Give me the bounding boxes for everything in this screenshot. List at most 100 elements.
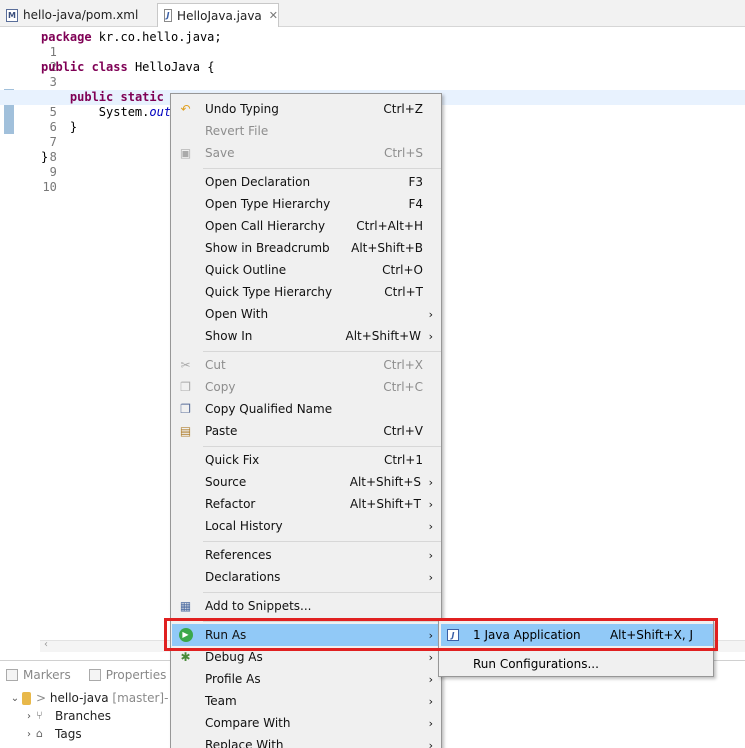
tab-label: hello-java/pom.xml — [23, 8, 139, 22]
menu-label: Open With — [205, 307, 269, 321]
chevron-right-icon: › — [428, 716, 433, 730]
menu-label: Show in Breadcrumb — [205, 241, 330, 255]
repo-suffix: - — [164, 691, 169, 705]
chevron-right-icon: › — [428, 694, 433, 708]
code-text: kr.co.hello.java; — [91, 30, 222, 44]
menu-label: Paste — [205, 424, 238, 438]
scroll-left-icon[interactable]: ‹ — [44, 639, 48, 650]
menu-label: Undo Typing — [205, 102, 279, 116]
debug-icon: ✱ — [180, 650, 191, 664]
menu-label: Source — [205, 475, 247, 489]
tab-label: Properties — [105, 668, 167, 682]
chevron-right-icon: › — [428, 475, 433, 489]
tab-label: HelloJava.java — [177, 8, 262, 23]
menu-shortcut: Ctrl+T — [384, 285, 423, 299]
save-icon: ▣ — [179, 146, 192, 160]
menu-shortcut: Ctrl+Alt+H — [356, 219, 423, 233]
menu-item-copy[interactable]: ❐ Copy Ctrl+C — [172, 376, 442, 398]
keyword: public — [69, 90, 114, 104]
code-line: 2 — [0, 45, 745, 74]
code-text: HelloJava { — [127, 60, 215, 74]
menu-item-show-in[interactable]: Show In Alt+Shift+W › — [172, 325, 442, 347]
chevron-right-icon: › — [428, 519, 433, 533]
undo-icon: ↶ — [180, 102, 191, 116]
keyword: class — [91, 60, 128, 74]
chevron-right-icon[interactable]: › — [22, 729, 36, 740]
menu-item-open-call-hierarchy[interactable]: Open Call Hierarchy Ctrl+Alt+H — [172, 215, 442, 237]
menu-shortcut: Ctrl+O — [382, 263, 423, 277]
submenu-item-run-configurations[interactable]: Run Configurations... — [441, 653, 713, 675]
menu-label: Local History — [205, 519, 283, 533]
tab-markers[interactable]: Markers — [6, 668, 71, 682]
highlight-box-run-as — [164, 618, 440, 651]
menu-item-open-type-hierarchy[interactable]: Open Type Hierarchy F4 — [172, 193, 442, 215]
menu-label: Debug As — [205, 650, 263, 664]
menu-label: Quick Outline — [205, 263, 287, 277]
chevron-right-icon[interactable]: › — [22, 711, 36, 722]
menu-item-copy-qualified-name[interactable]: ❐ Copy Qualified Name — [172, 398, 442, 420]
git-repository-icon — [22, 691, 31, 705]
menu-item-open-declaration[interactable]: Open Declaration F3 — [172, 171, 442, 193]
chevron-right-icon: › — [428, 548, 433, 562]
menu-label: Copy — [205, 380, 236, 394]
menu-separator — [203, 168, 441, 169]
menu-item-show-in-breadcrumb[interactable]: Show in Breadcrumb Alt+Shift+B — [172, 237, 442, 259]
menu-shortcut: F3 — [408, 175, 423, 189]
tab-hellojava[interactable]: J HelloJava.java ✕ — [157, 3, 279, 27]
menu-label: Run Configurations... — [473, 657, 599, 671]
close-icon[interactable]: ✕ — [269, 9, 278, 22]
menu-item-team[interactable]: Team › — [172, 690, 442, 712]
menu-label: Team — [205, 694, 237, 708]
menu-label: Open Call Hierarchy — [205, 219, 326, 233]
code-text: } — [41, 150, 49, 164]
highlight-box-java-application — [437, 618, 718, 651]
menu-item-declarations[interactable]: Declarations › — [172, 566, 442, 588]
menu-item-open-with[interactable]: Open With › — [172, 303, 442, 325]
menu-item-cut[interactable]: ✂ Cut Ctrl+X — [172, 354, 442, 376]
tab-label: Markers — [23, 668, 71, 682]
tags-icon: ⌂ — [36, 727, 43, 740]
menu-item-compare-with[interactable]: Compare With › — [172, 712, 442, 734]
menu-label: Show In — [205, 329, 253, 343]
tab-pom-xml[interactable]: M hello-java/pom.xml — [0, 3, 150, 27]
menu-shortcut: F4 — [408, 197, 423, 211]
branches-icon: ⑂ — [36, 709, 43, 722]
repo-name: hello-java — [49, 691, 109, 705]
menu-item-quick-fix[interactable]: Quick Fix Ctrl+1 — [172, 449, 442, 471]
menu-label: Open Type Hierarchy — [205, 197, 331, 211]
menu-label: Refactor — [205, 497, 256, 511]
menu-item-add-to-snippets[interactable]: ▦ Add to Snippets... — [172, 595, 442, 617]
menu-item-paste[interactable]: ▤ Paste Ctrl+V — [172, 420, 442, 442]
menu-item-refactor[interactable]: Refactor Alt+Shift+T › — [172, 493, 442, 515]
menu-item-references[interactable]: References › — [172, 544, 442, 566]
menu-item-revert-file[interactable]: Revert File — [172, 120, 442, 142]
menu-item-save[interactable]: ▣ Save Ctrl+S — [172, 142, 442, 164]
menu-label: Quick Fix — [205, 453, 260, 467]
code-line: 3 public class HelloJava { — [0, 60, 745, 89]
code-line: 1 package kr.co.hello.java; — [0, 30, 745, 59]
tree-label: Tags — [55, 727, 82, 741]
menu-item-profile-as[interactable]: Profile As › — [172, 668, 442, 690]
menu-item-replace-with[interactable]: Replace With › — [172, 734, 442, 748]
menu-label: Compare With — [205, 716, 291, 730]
menu-shortcut: Ctrl+1 — [383, 453, 423, 467]
tab-properties[interactable]: Properties — [88, 668, 167, 682]
menu-separator — [203, 446, 441, 447]
menu-item-undo-typing[interactable]: ↶ Undo Typing Ctrl+Z — [172, 98, 442, 120]
menu-label: Quick Type Hierarchy — [205, 285, 333, 299]
tree-label: Branches — [55, 709, 111, 723]
keyword: public — [41, 60, 85, 74]
chevron-down-icon[interactable]: ⌄ — [8, 693, 22, 704]
menu-separator — [203, 351, 441, 352]
menu-label: Open Declaration — [205, 175, 311, 189]
keyword: package — [41, 30, 92, 44]
java-file-icon: J — [164, 9, 173, 22]
code-text: } — [41, 120, 78, 134]
menu-item-local-history[interactable]: Local History › — [172, 515, 442, 537]
markers-icon — [6, 669, 18, 681]
menu-item-source[interactable]: Source Alt+Shift+S › — [172, 471, 442, 493]
menu-label: Add to Snippets... — [205, 599, 312, 613]
menu-item-quick-outline[interactable]: Quick Outline Ctrl+O — [172, 259, 442, 281]
menu-item-quick-type-hierarchy[interactable]: Quick Type Hierarchy Ctrl+T — [172, 281, 442, 303]
repo-branch: [master] — [112, 691, 165, 705]
